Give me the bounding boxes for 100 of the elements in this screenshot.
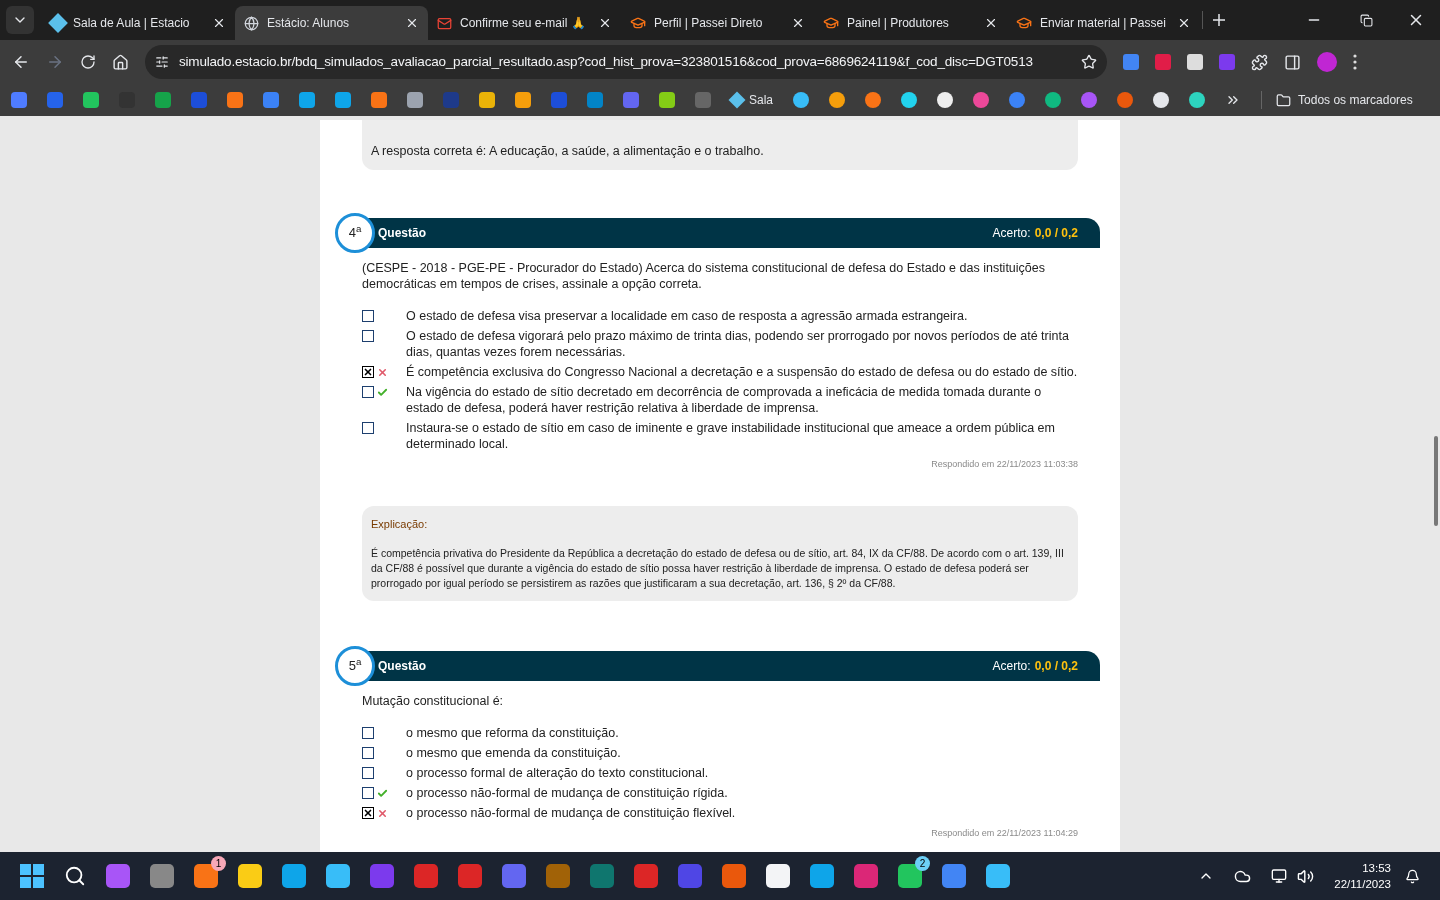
bookmark-icon[interactable] [865, 92, 882, 108]
close-icon[interactable] [1177, 16, 1191, 30]
answer-option-text: o processo não-formal de mudança de constituição rígida. [406, 785, 728, 801]
clock[interactable]: 13:53 22/11/2023 [1334, 860, 1391, 892]
mail-icon [437, 15, 452, 31]
question-statement: Mutação constitucional é: [362, 693, 505, 709]
bookmark-icon[interactable] [1045, 92, 1062, 108]
home-icon[interactable] [112, 53, 129, 71]
answer-option-text: o mesmo que emenda da constituição. [406, 745, 621, 761]
score-label: Acerto: [992, 658, 1031, 675]
bookmark-icon[interactable] [937, 92, 954, 108]
extensions-icon[interactable] [1251, 53, 1268, 71]
answer-checkbox[interactable] [362, 767, 374, 779]
answer-checkbox[interactable] [362, 310, 374, 322]
site-settings-icon[interactable] [155, 55, 169, 69]
network-icon[interactable] [1271, 868, 1288, 884]
close-icon[interactable] [791, 16, 805, 30]
explanation-label: Explicação: [371, 516, 429, 532]
tab-title: Painel | Produtores [847, 15, 950, 32]
tab-title: Confirme seu e-mail 🙏 [460, 15, 587, 32]
taskbar-app-icon[interactable] [326, 864, 350, 888]
bookmark-icon[interactable] [1189, 92, 1206, 108]
tab-search-button[interactable] [6, 6, 34, 34]
bookmark-label: Todos os marcadores [1298, 92, 1413, 109]
question-title: Questão [378, 225, 426, 242]
score-label: Acerto: [992, 225, 1031, 242]
reload-icon[interactable] [80, 54, 96, 70]
close-icon[interactable] [984, 16, 998, 30]
close-icon[interactable] [598, 16, 612, 30]
answer-checkbox[interactable] [362, 807, 374, 819]
question-title: Questão [378, 658, 426, 675]
graduation-cap-icon [823, 15, 839, 31]
all-bookmarks-button[interactable]: Todos os marcadores [1276, 91, 1413, 109]
answer-option-text: o processo não-formal de mudança de constituição flexível. [406, 805, 736, 821]
taskbar-app-icon[interactable] [898, 864, 922, 888]
bookmark-icon[interactable] [1153, 92, 1170, 108]
answer-checkbox[interactable] [362, 787, 374, 799]
url-text: simulado.estacio.br/bdq_simulados_avaliacao_parcial_resultado.asp?cod_hist_prova=323801516&cod_prova=6869624119&f_cod_disc=DGT0513 [179, 52, 1034, 71]
globe-icon [244, 15, 259, 31]
question-number-badge: 5$^{a}$ [335, 646, 375, 686]
answer-checkbox[interactable] [362, 386, 374, 398]
browser-tab[interactable]: Perfil | Passei Direto [621, 6, 814, 40]
answer-option-text: o mesmo que reforma da constituição. [406, 725, 619, 741]
taskbar-app-icon[interactable] [194, 864, 218, 888]
bookmark-icon[interactable] [829, 92, 846, 108]
back-icon[interactable] [12, 53, 30, 71]
explanation-text: É competência privativa do Presidente da República a decretação do estado de defesa ou de sítio, art. 84, IX da CF/88. De acordo com o art. 139, III da CF/88 é possível que durante a vigência do estado de sítio possa haver restrição à liberdade de imprensa. O estado de defesa poderá ser prorrogado por igual período se persistirem as razões que justificaram a sua decretação, art. 136, § 2º da CF/88. [371, 546, 1065, 591]
answer-option-text: o processo formal de alteração do texto constitucional. [406, 765, 709, 781]
browser-tab[interactable]: Painel | Produtores [814, 6, 1007, 40]
browser-tab[interactable]: Sala de Aula | Estacio [42, 6, 235, 40]
windows-start-icon[interactable] [20, 864, 44, 888]
search-icon[interactable] [64, 865, 86, 887]
close-icon[interactable] [212, 16, 226, 30]
close-icon[interactable] [405, 16, 419, 30]
answer-checkbox[interactable] [362, 366, 374, 378]
taskbar-app-icon[interactable] [986, 864, 1010, 888]
taskbar-app-icon[interactable] [282, 864, 306, 888]
answer-option-text: O estado de defesa vigorará pelo prazo máximo de trinta dias, podendo ser prorrogado por novos períodos de até trinta dias, quantas vezes forem necessárias. [406, 328, 1070, 360]
bookmark-icon[interactable] [793, 92, 810, 108]
tab-title: Estácio: Alunos [267, 15, 351, 32]
answer-option-text: Instaura-se o estado de sítio em caso de iminente e grave instabilidade institucional que ameace a ordem pública em determinado local. [406, 420, 1056, 452]
answer-checkbox[interactable] [362, 747, 374, 759]
address-bar[interactable]: simulado.estacio.br/bdq_simulados_avaliacao_parcial_resultado.asp?cod_hist_prova=323801516&cod_prova=6869624119&f_cod_disc=DGT0513 [145, 45, 1107, 79]
plus-icon [1213, 14, 1225, 26]
bookmark-item[interactable]: Sala [731, 91, 774, 109]
score-value: 0,0 / 0,2 [1034, 658, 1078, 675]
notification-bell-icon[interactable] [1405, 868, 1420, 884]
tab-title: Sala de Aula | Estacio [73, 15, 191, 32]
answer-checkbox[interactable] [362, 330, 374, 342]
restore-icon[interactable] [1360, 13, 1373, 27]
answered-timestamp: Respondido em 22/11/2023 11:04:29 [931, 827, 1078, 840]
side-panel-icon[interactable] [1284, 53, 1301, 71]
taskbar-app-icon[interactable] [766, 864, 790, 888]
taskbar-app-icon[interactable] [238, 864, 262, 888]
star-icon[interactable] [1081, 54, 1097, 70]
browser-tab[interactable]: Estácio: Alunos [235, 6, 428, 40]
graduation-cap-icon [1016, 15, 1032, 31]
notification-badge: 2 [915, 856, 930, 871]
question-number-badge: 4$^{a}$ [335, 213, 375, 253]
speaker-icon[interactable] [1297, 867, 1315, 885]
bookmark-icon[interactable] [901, 92, 918, 108]
folder-icon [1276, 92, 1292, 108]
answered-timestamp: Respondido em 22/11/2023 11:03:38 [931, 458, 1078, 471]
tab-title: Enviar material | Passei [1040, 15, 1167, 32]
notification-badge: 1 [211, 856, 226, 871]
question-statement: (CESPE - 2018 - PGE-PE - Procurador do Estado) Acerca do sistema constitucional de defesa do Estado e das instituições democráticas em tempos de crises, assinale a opção correta. [362, 260, 1046, 292]
menu-icon[interactable] [1353, 54, 1357, 70]
answer-option-text: O estado de defesa visa preservar a localidade em caso de resposta a agressão armada estrangeira. [406, 308, 968, 324]
explanation-text: A resposta correta é: A educação, a saúde, a alimentação e o trabalho. [371, 144, 764, 158]
score-value: 0,0 / 0,2 [1034, 225, 1078, 242]
browser-tab[interactable]: Enviar material | Passei [1007, 6, 1200, 40]
answer-checkbox[interactable] [362, 422, 374, 434]
bookmark-label: Sala [749, 92, 774, 109]
taskbar-app-icon[interactable] [810, 864, 834, 888]
graduation-cap-icon [630, 15, 646, 31]
answer-option-text: Na vigência do estado de sítio decretado em decorrência de comprovada a ineficácia de medida tomada durante o estado de defesa, poderá haver restrição relativa à liberdade de imprensa. [406, 384, 1043, 416]
browser-tab[interactable]: Confirme seu e-mail 🙏 [428, 6, 621, 40]
tab-title: Perfil | Passei Direto [654, 15, 764, 32]
answer-checkbox[interactable] [362, 727, 374, 739]
answer-option-text: É competência exclusiva do Congresso Nacional a decretação e a suspensão do estado de defesa ou do estado de sítio. [406, 364, 1078, 380]
